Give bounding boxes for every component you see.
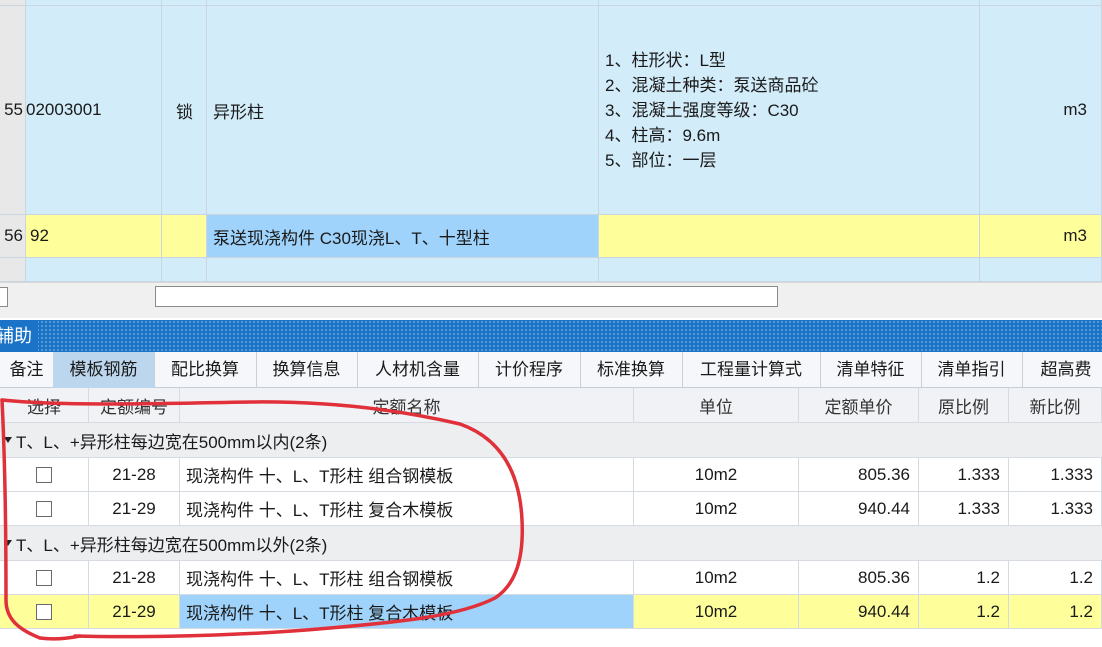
panel-title: 辅助	[0, 320, 38, 352]
unit[interactable]: 10m2	[634, 492, 799, 526]
header-new-ratio[interactable]: 新比例	[1009, 388, 1102, 423]
group-header-row[interactable]: T、L、+异形柱每边宽在500mm以外(2条)	[0, 526, 1102, 561]
unit-cell[interactable]: m3	[980, 6, 1102, 215]
tab-bar: 备注 模板钢筋 配比换算 换算信息 人材机含量 计价程序 标准换算 工程量计算式…	[0, 352, 1102, 388]
horizontal-scrollbar[interactable]	[0, 282, 1102, 318]
tab-resource-content[interactable]: 人材机含量	[357, 352, 479, 388]
tab-mix-conversion[interactable]: 配比换算	[154, 352, 257, 388]
tab-formwork-rebar[interactable]: 模板钢筋	[53, 352, 155, 388]
select-cell[interactable]	[0, 492, 89, 526]
select-cell[interactable]	[0, 595, 89, 629]
scroll-left-stub[interactable]	[0, 287, 8, 307]
collapse-triangle-icon[interactable]	[4, 437, 12, 443]
bill-features-cell[interactable]: 1、柱形状：L型 2、混凝土种类：泵送商品砼 3、混凝土强度等级：C30 4、柱…	[599, 6, 980, 215]
group-title: T、L、+异形柱每边宽在500mm以内(2条)	[16, 432, 328, 452]
unit[interactable]: 10m2	[634, 458, 799, 492]
unit-price[interactable]: 940.44	[799, 595, 919, 629]
new-ratio[interactable]: 1.2	[1009, 595, 1102, 629]
table-empty-area	[0, 629, 1102, 647]
quota-name[interactable]: 现浇构件 十、L、T形柱 复合木模板	[180, 595, 634, 629]
scrollbar-thumb[interactable]	[155, 286, 778, 307]
row-number[interactable]: 56	[0, 215, 26, 258]
quota-name[interactable]: 现浇构件 十、L、T形柱 组合钢模板	[180, 561, 634, 595]
feature-line: 2、混凝土种类：泵送商品砼	[605, 75, 819, 95]
row-checkbox[interactable]	[36, 500, 52, 517]
tab-pricing-procedure[interactable]: 计价程序	[478, 352, 581, 388]
header-quota-code[interactable]: 定额编号	[89, 388, 180, 423]
tab-height-fee[interactable]: 超高费	[1022, 352, 1102, 388]
quota-code[interactable]: 21-28	[89, 458, 180, 492]
header-unit[interactable]: 单位	[634, 388, 799, 423]
tab-bill-features[interactable]: 清单特征	[820, 352, 922, 388]
quota-name-cell[interactable]: 泵送现浇构件 C30现浇L、T、十型柱	[207, 215, 599, 258]
select-cell[interactable]	[0, 561, 89, 595]
feature-line: 1、柱形状：L型	[605, 50, 726, 70]
original-ratio[interactable]: 1.333	[919, 458, 1009, 492]
quota-features-cell[interactable]	[599, 215, 980, 258]
original-ratio[interactable]: 1.2	[919, 561, 1009, 595]
tab-bill-guide[interactable]: 清单指引	[921, 352, 1023, 388]
bill-code-cell[interactable]: 02003001	[26, 6, 162, 215]
unit-price[interactable]: 940.44	[799, 492, 919, 526]
grid-cell	[980, 258, 1102, 282]
select-cell[interactable]	[0, 458, 89, 492]
unit[interactable]: 10m2	[634, 595, 799, 629]
original-ratio[interactable]: 1.2	[919, 595, 1009, 629]
feature-line: 3、混凝土强度等级：C30	[605, 100, 799, 120]
unit[interactable]: 10m2	[634, 561, 799, 595]
group-title: T、L、+异形柱每边宽在500mm以外(2条)	[16, 535, 328, 555]
bill-grid: 55 02003001 锁 异形柱 1、柱形状：L型 2、混凝土种类：泵送商品砼…	[0, 0, 1102, 282]
quota-name[interactable]: 现浇构件 十、L、T形柱 复合木模板	[180, 492, 634, 526]
grid-cell	[599, 258, 980, 282]
header-select[interactable]: 选择	[0, 388, 89, 423]
grid-cell	[162, 258, 207, 282]
quota-code-cell[interactable]: 92	[26, 215, 162, 258]
group-header-row[interactable]: T、L、+异形柱每边宽在500mm以内(2条)	[0, 423, 1102, 458]
quota-code[interactable]: 21-29	[89, 492, 180, 526]
row-gutter	[0, 258, 26, 282]
tab-remarks[interactable]: 备注	[0, 352, 54, 388]
tab-standard-conversion[interactable]: 标准换算	[580, 352, 683, 388]
grid-cell	[26, 258, 162, 282]
lock-cell[interactable]: 锁	[162, 6, 207, 215]
quota-code[interactable]: 21-29	[89, 595, 180, 629]
auxiliary-panel-header: 辅助	[0, 320, 1102, 352]
row-number[interactable]: 55	[0, 6, 26, 215]
quota-code[interactable]: 21-28	[89, 561, 180, 595]
header-original-ratio[interactable]: 原比例	[919, 388, 1009, 423]
feature-line: 4、柱高：9.6m	[605, 125, 721, 145]
unit-price[interactable]: 805.36	[799, 561, 919, 595]
header-unit-price[interactable]: 定额单价	[799, 388, 919, 423]
tab-conversion-info[interactable]: 换算信息	[256, 352, 358, 388]
row-checkbox[interactable]	[36, 603, 52, 620]
collapse-triangle-icon[interactable]	[4, 540, 12, 546]
row-checkbox[interactable]	[36, 569, 52, 586]
unit-price[interactable]: 805.36	[799, 458, 919, 492]
new-ratio[interactable]: 1.333	[1009, 458, 1102, 492]
grid-cell	[207, 258, 599, 282]
tab-quantity-formula[interactable]: 工程量计算式	[682, 352, 821, 388]
feature-line: 5、部位：一层	[605, 150, 717, 170]
bill-name-cell[interactable]: 异形柱	[207, 6, 599, 215]
new-ratio[interactable]: 1.2	[1009, 561, 1102, 595]
quota-name[interactable]: 现浇构件 十、L、T形柱 组合钢模板	[180, 458, 634, 492]
new-ratio[interactable]: 1.333	[1009, 492, 1102, 526]
row-checkbox[interactable]	[36, 466, 52, 483]
lock-cell[interactable]	[162, 215, 207, 258]
original-ratio[interactable]: 1.333	[919, 492, 1009, 526]
header-quota-name[interactable]: 定额名称	[180, 388, 634, 423]
unit-cell[interactable]: m3	[980, 215, 1102, 258]
